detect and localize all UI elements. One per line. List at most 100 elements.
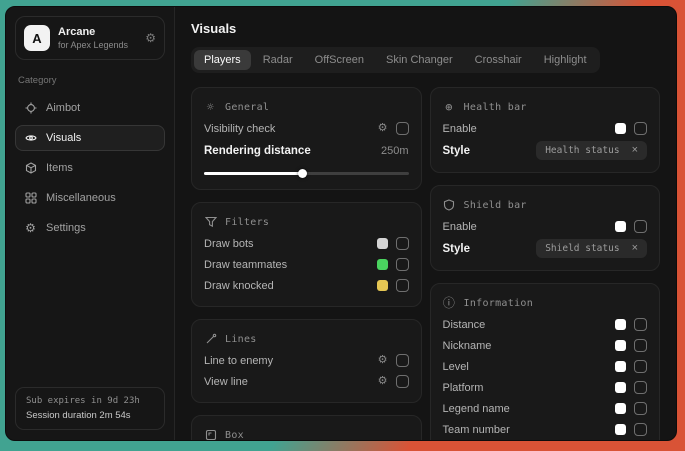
selected-option: Health status [545, 145, 619, 156]
health-style-select[interactable]: Health status × [536, 141, 647, 160]
option-gear-icon[interactable]: ⚙ [378, 376, 388, 387]
card-title: Lines [225, 334, 257, 345]
tab-highlight[interactable]: Highlight [534, 50, 597, 70]
platform-checkbox[interactable] [634, 381, 647, 394]
shield-enable-checkbox[interactable] [634, 220, 647, 233]
color-swatch[interactable] [615, 361, 626, 372]
color-swatch[interactable] [615, 340, 626, 351]
draw-bots-row: Draw bots [204, 233, 409, 254]
sidebar-item-label: Settings [46, 222, 86, 234]
color-swatch[interactable] [615, 123, 626, 134]
settings-columns: ☼ General Visibility check ⚙ Rendering d… [191, 87, 660, 440]
cube-icon [24, 162, 37, 175]
color-swatch[interactable] [615, 319, 626, 330]
row-controls [615, 360, 647, 373]
sidebar-settings-icon[interactable]: ⚙ [145, 32, 156, 44]
subscription-info-card: Sub expires in 9d 23h Session duration 2… [15, 387, 165, 430]
tab-bar: Players Radar OffScreen Skin Changer Cro… [191, 47, 600, 73]
sidebar-item-visuals[interactable]: Visuals [15, 125, 165, 151]
row-controls [615, 402, 647, 415]
row-label: Enable [443, 123, 477, 135]
rendering-distance-slider[interactable] [204, 167, 409, 179]
row-controls: ⚙ [378, 354, 409, 367]
sun-icon: ☼ [204, 101, 217, 113]
row-controls [377, 237, 409, 250]
row-label: Enable [443, 221, 477, 233]
app-name: Arcane [58, 26, 137, 38]
tab-offscreen[interactable]: OffScreen [305, 50, 374, 70]
row-label: Rendering distance [204, 145, 311, 157]
row-label: Platform [443, 382, 484, 394]
left-column: ☼ General Visibility check ⚙ Rendering d… [191, 87, 422, 440]
nickname-checkbox[interactable] [634, 339, 647, 352]
row-label: Team number [443, 424, 510, 436]
health-style-row: Style Health status × [443, 139, 648, 162]
color-swatch[interactable] [377, 280, 388, 291]
sidebar-item-aimbot[interactable]: Aimbot [15, 95, 165, 121]
level-checkbox[interactable] [634, 360, 647, 373]
color-swatch[interactable] [615, 221, 626, 232]
box-card: Box Enable Enable background [191, 415, 422, 440]
draw-knocked-checkbox[interactable] [396, 279, 409, 292]
health-enable-checkbox[interactable] [634, 122, 647, 135]
row-label: Line to enemy [204, 355, 273, 367]
color-swatch[interactable] [377, 259, 388, 270]
row-label: View line [204, 376, 248, 388]
main-content: Visuals Players Radar OffScreen Skin Cha… [175, 7, 676, 440]
line-to-enemy-row: Line to enemy ⚙ [204, 350, 409, 371]
view-line-row: View line ⚙ [204, 371, 409, 392]
tab-players[interactable]: Players [194, 50, 251, 70]
general-card: ☼ General Visibility check ⚙ Rendering d… [191, 87, 422, 190]
sub-expiry-text: Sub expires in 9d 23h [26, 396, 154, 406]
row-label: Legend name [443, 403, 510, 415]
rendering-distance-value: 250m [381, 145, 409, 157]
information-card: ⓘ Information Distance Nickname [430, 283, 661, 440]
color-swatch[interactable] [377, 238, 388, 249]
clear-icon[interactable]: × [632, 243, 638, 254]
view-line-checkbox[interactable] [396, 375, 409, 388]
tab-crosshair[interactable]: Crosshair [465, 50, 532, 70]
option-gear-icon[interactable]: ⚙ [378, 123, 388, 134]
gear-icon: ⚙ [24, 222, 37, 235]
color-swatch[interactable] [615, 424, 626, 435]
legend-name-checkbox[interactable] [634, 402, 647, 415]
tab-skin-changer[interactable]: Skin Changer [376, 50, 463, 70]
clear-icon[interactable]: × [632, 145, 638, 156]
slider-thumb[interactable] [298, 169, 307, 178]
shield-style-select[interactable]: Shield status × [536, 239, 647, 258]
card-title: Box [225, 430, 244, 441]
health-enable-row: Enable [443, 118, 648, 139]
sidebar-item-miscellaneous[interactable]: Miscellaneous [15, 185, 165, 211]
visibility-check-row: Visibility check ⚙ [204, 118, 409, 139]
info-icon: ⓘ [443, 297, 456, 309]
health-bar-card: ⊕ Health bar Enable Style Health stat [430, 87, 661, 173]
session-duration-text: Session duration 2m 54s [26, 410, 154, 421]
color-swatch[interactable] [615, 403, 626, 414]
level-row: Level [443, 356, 648, 377]
line-icon [204, 333, 217, 345]
sidebar-item-settings[interactable]: ⚙ Settings [15, 215, 165, 241]
row-controls: ⚙ [378, 122, 409, 135]
distance-row: Distance [443, 314, 648, 335]
draw-bots-checkbox[interactable] [396, 237, 409, 250]
team-number-checkbox[interactable] [634, 423, 647, 436]
visibility-check-checkbox[interactable] [396, 122, 409, 135]
row-controls [615, 381, 647, 394]
row-label: Nickname [443, 340, 492, 352]
color-swatch[interactable] [615, 382, 626, 393]
tab-radar[interactable]: Radar [253, 50, 303, 70]
row-controls [377, 258, 409, 271]
draw-teammates-checkbox[interactable] [396, 258, 409, 271]
sidebar-item-items[interactable]: Items [15, 155, 165, 181]
box-icon [204, 429, 217, 440]
crosshair-icon [24, 102, 37, 115]
lines-card: Lines Line to enemy ⚙ View line ⚙ [191, 319, 422, 403]
option-gear-icon[interactable]: ⚙ [378, 355, 388, 366]
box-card-header: Box [204, 424, 409, 440]
row-controls [615, 318, 647, 331]
nickname-row: Nickname [443, 335, 648, 356]
distance-checkbox[interactable] [634, 318, 647, 331]
line-to-enemy-checkbox[interactable] [396, 354, 409, 367]
selected-option: Shield status [545, 243, 619, 254]
draw-teammates-row: Draw teammates [204, 254, 409, 275]
